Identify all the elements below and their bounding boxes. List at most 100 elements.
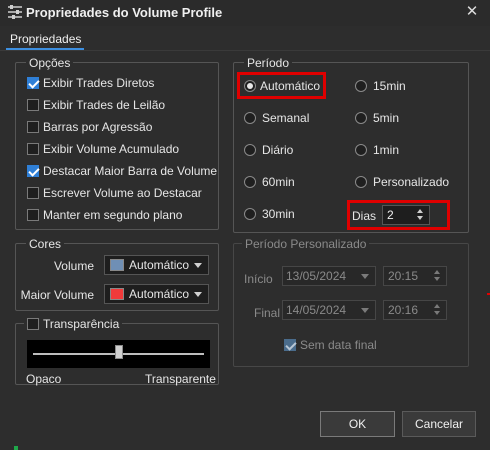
checkbox[interactable] — [27, 99, 39, 111]
slider-thumb[interactable] — [114, 345, 123, 359]
volume-color-swatch — [110, 259, 124, 271]
radio-button[interactable] — [244, 176, 256, 188]
bottom-edge — [0, 446, 490, 450]
radio-button[interactable] — [355, 80, 367, 92]
maior-volume-color-select[interactable]: Automático — [104, 284, 209, 304]
option-exibir-trades-diretos[interactable]: Exibir Trades Diretos — [27, 75, 154, 91]
option-escrever-volume[interactable]: Escrever Volume ao Destacar — [27, 185, 202, 201]
checkbox[interactable] — [27, 77, 39, 89]
checkbox-label: Escrever Volume ao Destacar — [43, 186, 202, 200]
radio-60min[interactable]: 60min — [244, 174, 295, 190]
option-barras-por-agressao[interactable]: Barras por Agressão — [27, 119, 152, 135]
ok-button[interactable]: OK — [320, 411, 395, 437]
inicio-time-value: 20:15 — [388, 269, 419, 283]
radio-button[interactable] — [355, 176, 367, 188]
radio-button[interactable] — [244, 112, 256, 124]
checkbox[interactable] — [27, 121, 39, 133]
close-icon: ✕ — [465, 3, 479, 20]
checkbox[interactable] — [284, 339, 296, 351]
chevron-down-icon — [361, 308, 369, 313]
final-label: Final — [254, 306, 281, 320]
checkbox[interactable] — [27, 187, 39, 199]
maior-volume-color-swatch — [110, 288, 124, 300]
checkbox[interactable] — [27, 318, 39, 330]
chevron-down-icon — [194, 292, 202, 297]
title-bar: Propriedades do Volume Profile ✕ — [0, 0, 490, 26]
checkbox-label: Exibir Trades Diretos — [43, 76, 155, 90]
spin-arrows-icon[interactable] — [434, 270, 442, 282]
dias-spinbox[interactable]: 2 — [382, 205, 430, 225]
volume-color-value: Automático — [129, 258, 190, 272]
radio-button[interactable] — [355, 144, 367, 156]
radio-button[interactable] — [244, 208, 256, 220]
checkbox-label: Exibir Trades de Leilão — [43, 98, 166, 112]
radio-label: 30min — [262, 207, 295, 221]
checkbox[interactable] — [27, 209, 39, 221]
slider-max-label: Transparente — [145, 372, 216, 386]
transparency-slider[interactable] — [27, 340, 210, 368]
transparencia-toggle[interactable]: Transparência — [24, 316, 123, 332]
tab-divider — [0, 50, 490, 51]
radio-label: Automático — [260, 79, 321, 93]
radio-label: Personalizado — [373, 175, 450, 189]
chevron-down-icon — [361, 274, 369, 279]
close-button[interactable]: ✕ — [462, 3, 482, 21]
maior-volume-color-label: Maior Volume — [20, 288, 94, 302]
radio-automatico[interactable]: Automático — [244, 78, 320, 94]
final-date-picker[interactable]: 14/05/2024 — [282, 300, 376, 320]
dias-label: Dias — [352, 209, 377, 223]
final-time-value: 20:16 — [388, 303, 419, 317]
option-manter-segundo-plano[interactable]: Manter em segundo plano — [27, 207, 182, 223]
inicio-time-spinbox[interactable]: 20:15 — [383, 266, 447, 286]
checkbox-label: Exibir Volume Acumulado — [43, 142, 180, 156]
final-time-spinbox[interactable]: 20:16 — [383, 300, 447, 320]
chevron-down-icon — [194, 263, 202, 268]
inicio-label: Início — [244, 272, 273, 286]
sem-data-final-toggle[interactable]: Sem data final — [284, 337, 377, 353]
radio-label: 5min — [373, 111, 400, 125]
inicio-date-picker[interactable]: 13/05/2024 — [282, 266, 376, 286]
checkbox-label: Destacar Maior Barra de Volume — [43, 164, 218, 178]
spin-arrows-icon[interactable] — [417, 209, 425, 221]
radio-diario[interactable]: Diário — [244, 142, 293, 158]
radio-label: 15min — [373, 79, 406, 93]
radio-button[interactable] — [244, 80, 256, 92]
opcoes-legend: Opções — [26, 56, 74, 70]
checkbox-label: Manter em segundo plano — [43, 208, 183, 222]
window-title: Propriedades do Volume Profile — [26, 5, 223, 20]
periodo-personalizado-legend: Período Personalizado — [242, 237, 370, 251]
radio-5min[interactable]: 5min — [355, 110, 399, 126]
radio-label: Semanal — [262, 111, 310, 125]
volume-color-label: Volume — [53, 259, 94, 273]
final-date-value: 14/05/2024 — [286, 303, 347, 317]
checkbox[interactable] — [27, 165, 39, 177]
dias-value: 2 — [387, 208, 394, 222]
sliders-icon — [8, 5, 22, 19]
cores-legend: Cores — [26, 237, 65, 251]
volume-color-select[interactable]: Automático — [104, 255, 209, 275]
radio-button[interactable] — [355, 112, 367, 124]
maior-volume-color-value: Automático — [129, 287, 190, 301]
radio-label: Diário — [262, 143, 294, 157]
radio-1min[interactable]: 1min — [355, 142, 399, 158]
inicio-date-value: 13/05/2024 — [286, 269, 347, 283]
radio-button[interactable] — [244, 144, 256, 156]
status-marker — [14, 446, 18, 450]
checkbox[interactable] — [27, 143, 39, 155]
option-destacar-maior-barra[interactable]: Destacar Maior Barra de Volume — [27, 163, 217, 179]
radio-label: 60min — [262, 175, 295, 189]
option-exibir-trades-leilao[interactable]: Exibir Trades de Leilão — [27, 97, 165, 113]
radio-15min[interactable]: 15min — [355, 78, 406, 94]
radio-30min[interactable]: 30min — [244, 206, 295, 222]
spin-arrows-icon[interactable] — [434, 304, 442, 316]
cancel-button[interactable]: Cancelar — [402, 411, 476, 437]
checkbox-label: Barras por Agressão — [43, 120, 153, 134]
checkbox-label: Transparência — [43, 317, 120, 331]
slider-min-label: Opaco — [26, 372, 62, 386]
checkbox-label: Sem data final — [300, 338, 377, 352]
radio-personalizado[interactable]: Personalizado — [355, 174, 449, 190]
radio-label: 1min — [373, 143, 400, 157]
periodo-legend: Período — [244, 56, 293, 70]
radio-semanal[interactable]: Semanal — [244, 110, 309, 126]
option-exibir-volume-acumulado[interactable]: Exibir Volume Acumulado — [27, 141, 179, 157]
